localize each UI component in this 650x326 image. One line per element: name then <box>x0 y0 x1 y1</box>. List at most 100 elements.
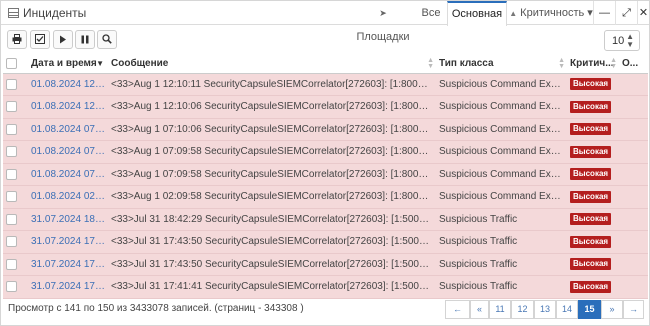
severity-badge: Высокая <box>570 213 612 226</box>
date-cell[interactable]: 01.08.2024 12:10... <box>28 95 108 119</box>
sort-icon: ▲ ▼ <box>610 57 617 70</box>
table-row[interactable]: 01.08.2024 07:09...<33>Aug 1 07:09:58 Se… <box>3 140 648 164</box>
row-checkbox[interactable] <box>6 191 17 203</box>
page-link[interactable]: 14 <box>556 300 578 319</box>
class-type-cell: Suspicious Command Execution <box>436 163 567 186</box>
table-row[interactable]: 01.08.2024 12:10...<33>Aug 1 12:10:06 Se… <box>3 95 648 119</box>
table-row[interactable]: 31.07.2024 17:41...<33>Jul 31 17:41:41 S… <box>3 275 648 299</box>
other-cell <box>619 118 648 141</box>
date-cell[interactable]: 01.08.2024 12:10... <box>28 73 108 96</box>
spinner-icon: ▲ ▼ <box>626 32 634 49</box>
class-type-cell: Suspicious Traffic <box>436 230 567 254</box>
table-row[interactable]: 01.08.2024 02:09...<33>Aug 1 02:09:58 Se… <box>3 185 648 209</box>
table-icon <box>8 8 19 18</box>
sort-desc-icon: ▼ <box>96 59 104 68</box>
other-cell <box>619 230 648 254</box>
panel-header: Инциденты ➤ Площадки Все Основная ▲ Крит… <box>1 1 649 43</box>
tab-criticality[interactable]: ▲ Критичность ▾ <box>509 1 593 25</box>
zoom-button[interactable] <box>97 30 117 49</box>
table-row[interactable]: 01.08.2024 07:09...<33>Aug 1 07:09:58 Se… <box>3 163 648 186</box>
date-cell[interactable]: 31.07.2024 17:43... <box>28 253 108 276</box>
row-select-cell <box>3 118 28 141</box>
page-link[interactable]: → <box>623 300 644 319</box>
tab-main[interactable]: Основная <box>447 1 507 26</box>
table-row[interactable]: 01.08.2024 07:10...<33>Aug 1 07:10:06 Se… <box>3 118 648 141</box>
pause-icon <box>81 35 89 44</box>
class-type-cell: Suspicious Command Execution <box>436 73 567 96</box>
column-header-other[interactable]: О... <box>619 55 648 74</box>
table-footer: Просмотр с 141 по 150 из 3433078 записей… <box>1 298 649 325</box>
tab-all[interactable]: Все <box>416 1 446 25</box>
message-cell: <33>Jul 31 17:43:50 SecurityCapsuleSIEMC… <box>108 253 436 276</box>
close-button[interactable]: ✕ <box>637 1 649 25</box>
class-type-cell: Suspicious Traffic <box>436 208 567 231</box>
date-cell[interactable]: 01.08.2024 07:10... <box>28 118 108 141</box>
row-select-cell <box>3 163 28 186</box>
message-cell: <33>Aug 1 07:10:06 SecurityCapsuleSIEMCo… <box>108 118 436 141</box>
column-header-severity[interactable]: Критич... ▲ ▼ <box>567 55 619 74</box>
message-cell: <33>Aug 1 12:10:06 SecurityCapsuleSIEMCo… <box>108 95 436 119</box>
select-all-header <box>3 55 28 74</box>
page-link[interactable]: 12 <box>511 300 534 319</box>
message-cell: <33>Jul 31 18:42:29 SecurityCapsuleSIEMC… <box>108 208 436 231</box>
severity-cell: Высокая <box>567 253 619 276</box>
print-button[interactable] <box>7 30 27 49</box>
tab-sites[interactable]: ➤ Площадки <box>353 1 413 43</box>
severity-badge: Высокая <box>570 123 612 136</box>
other-cell <box>619 163 648 186</box>
table-row[interactable]: 01.08.2024 12:10...<33>Aug 1 12:10:11 Se… <box>3 73 648 96</box>
pause-button[interactable] <box>75 30 95 49</box>
column-header-date[interactable]: Дата и время ▼ <box>28 55 108 74</box>
severity-cell: Высокая <box>567 118 619 141</box>
table-row[interactable]: 31.07.2024 18:42...<33>Jul 31 18:42:29 S… <box>3 208 648 231</box>
other-cell <box>619 253 648 276</box>
row-checkbox[interactable] <box>6 146 17 158</box>
panel-title: Инциденты <box>23 6 87 20</box>
date-cell[interactable]: 01.08.2024 02:09... <box>28 185 108 209</box>
row-checkbox[interactable] <box>6 168 17 180</box>
severity-badge: Высокая <box>570 280 612 293</box>
message-cell: <33>Aug 1 12:10:11 SecurityCapsuleSIEMCo… <box>108 73 436 96</box>
page-link[interactable]: ← <box>445 300 470 319</box>
date-cell[interactable]: 31.07.2024 18:42... <box>28 208 108 231</box>
expand-button[interactable]: ⤢ <box>615 1 637 25</box>
class-type-cell: Suspicious Command Execution <box>436 118 567 141</box>
page-link[interactable]: 11 <box>489 300 511 319</box>
page-link[interactable]: 13 <box>534 300 556 319</box>
severity-cell: Высокая <box>567 185 619 209</box>
select-all-checkbox[interactable] <box>6 58 17 70</box>
row-checkbox[interactable] <box>6 258 17 270</box>
severity-badge: Высокая <box>570 235 612 248</box>
date-cell[interactable]: 31.07.2024 17:43... <box>28 230 108 254</box>
row-select-cell <box>3 185 28 209</box>
message-cell: <33>Jul 31 17:41:41 SecurityCapsuleSIEMC… <box>108 275 436 299</box>
date-cell[interactable]: 31.07.2024 17:41... <box>28 275 108 299</box>
toolbar: 10 ▲ ▼ <box>1 26 649 54</box>
page-link[interactable]: « <box>470 300 489 319</box>
row-select-cell <box>3 95 28 119</box>
play-button[interactable] <box>53 30 73 49</box>
row-checkbox[interactable] <box>6 281 17 293</box>
row-checkbox[interactable] <box>6 123 17 135</box>
date-cell[interactable]: 01.08.2024 07:09... <box>28 140 108 164</box>
check-button[interactable] <box>30 30 50 49</box>
records-info: Просмотр с 141 по 150 из 3433078 записей… <box>8 303 304 314</box>
minimize-button[interactable]: — <box>593 1 615 25</box>
row-checkbox[interactable] <box>6 236 17 248</box>
row-checkbox[interactable] <box>6 101 17 113</box>
date-cell[interactable]: 01.08.2024 07:09... <box>28 163 108 186</box>
page-current[interactable]: 15 <box>578 300 601 319</box>
expand-icon: ⤢ <box>622 7 631 19</box>
message-cell: <33>Jul 31 17:43:50 SecurityCapsuleSIEMC… <box>108 230 436 254</box>
table-row[interactable]: 31.07.2024 17:43...<33>Jul 31 17:43:50 S… <box>3 230 648 254</box>
row-checkbox[interactable] <box>6 213 17 225</box>
severity-cell: Высокая <box>567 230 619 254</box>
row-checkbox[interactable] <box>6 78 17 90</box>
column-header-class-type[interactable]: Тип класса ▲ ▼ <box>436 55 567 74</box>
column-header-message[interactable]: Сообщение ▲ ▼ <box>108 55 436 74</box>
severity-badge: Высокая <box>570 100 612 113</box>
page-size-select[interactable]: 10 ▲ ▼ <box>604 30 640 51</box>
table-row[interactable]: 31.07.2024 17:43...<33>Jul 31 17:43:50 S… <box>3 253 648 276</box>
page-link[interactable]: » <box>601 300 623 319</box>
severity-cell: Высокая <box>567 73 619 96</box>
